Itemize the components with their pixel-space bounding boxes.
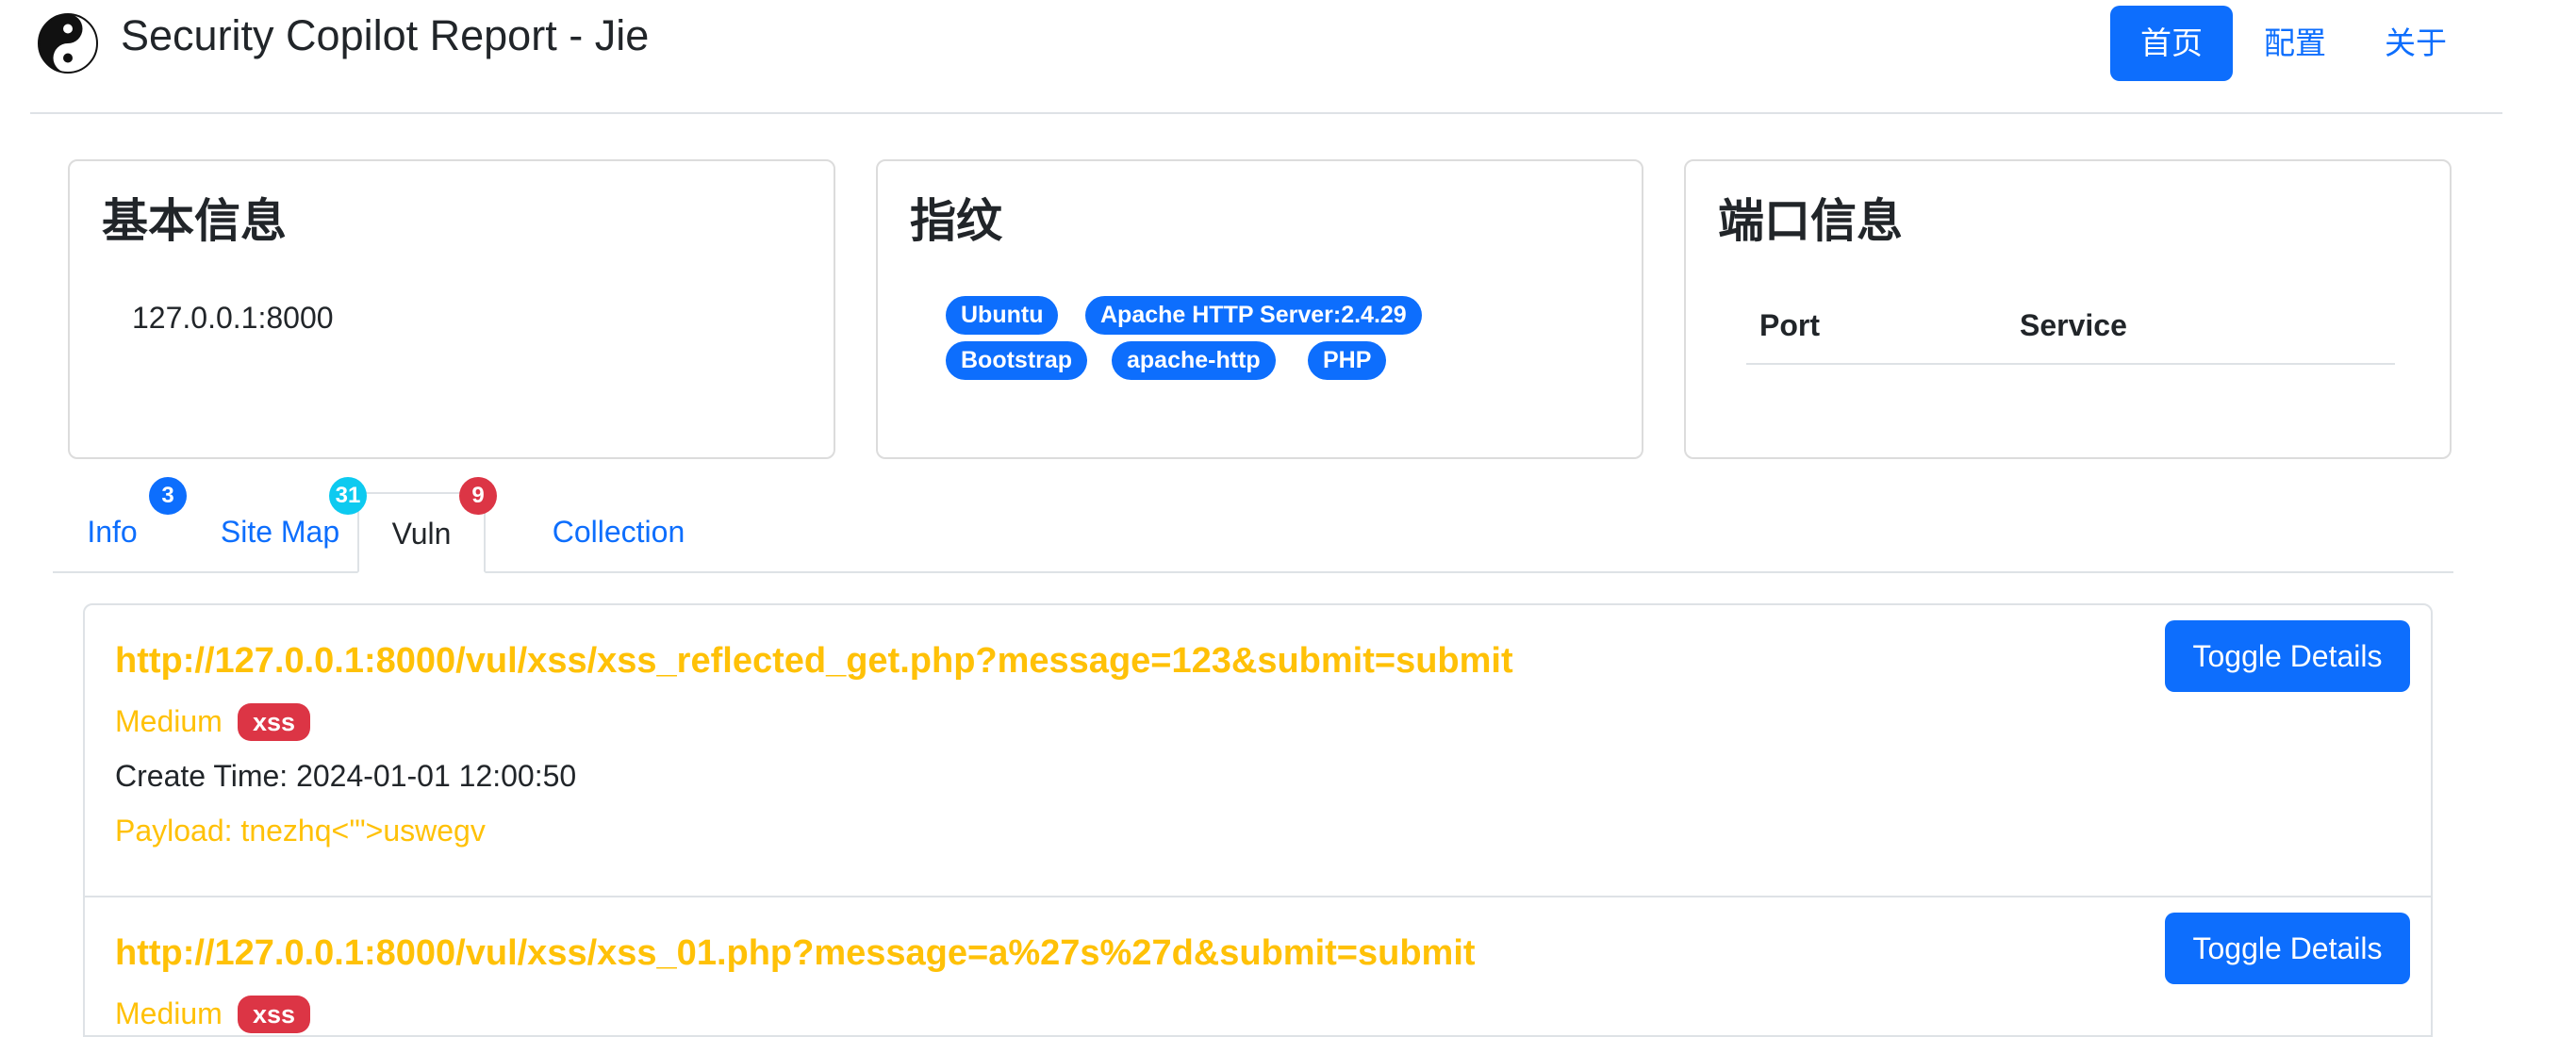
tab-label: Collection bbox=[552, 515, 685, 549]
column-header-service: Service bbox=[2020, 308, 2127, 342]
nav-about[interactable]: 关于 bbox=[2369, 6, 2463, 81]
site-map-count-badge: 31 bbox=[329, 477, 367, 515]
fingerprint-tag: PHP bbox=[1308, 341, 1387, 380]
card-title: 端口信息 bbox=[1718, 194, 1904, 248]
severity-label: Medium bbox=[115, 704, 223, 738]
column-header-port: Port bbox=[1759, 308, 1820, 342]
tab-label: Vuln bbox=[391, 517, 452, 551]
app-title: Security Copilot Report - Jie bbox=[121, 11, 650, 59]
card-title: 基本信息 bbox=[102, 194, 288, 248]
yin-yang-icon[interactable] bbox=[38, 13, 98, 74]
vuln-count-badge: 9 bbox=[459, 477, 497, 515]
fingerprint-tag: Ubuntu bbox=[946, 296, 1059, 335]
tab-label: Site Map bbox=[220, 515, 340, 549]
vuln-item: http://127.0.0.1:8000/vul/xss/xss_01.php… bbox=[85, 896, 2431, 1035]
port-info-card: 端口信息 Port Service bbox=[1684, 159, 2452, 459]
vuln-type-badge: xss bbox=[238, 996, 311, 1033]
basic-info-card: 基本信息 127.0.0.1:8000 bbox=[68, 159, 835, 459]
nav-config[interactable]: 配置 bbox=[2248, 6, 2342, 81]
info-count-badge: 3 bbox=[149, 477, 187, 515]
fingerprint-tag: Bootstrap bbox=[946, 341, 1088, 380]
report-tabs: Info Site Map Vuln Collection 3 31 9 bbox=[53, 471, 2453, 573]
vuln-item: http://127.0.0.1:8000/vul/xss/xss_reflec… bbox=[85, 605, 2431, 896]
fingerprint-tag: Apache HTTP Server:2.4.29 bbox=[1085, 296, 1422, 335]
vuln-url[interactable]: http://127.0.0.1:8000/vul/xss/xss_reflec… bbox=[115, 635, 1513, 686]
vuln-list: http://127.0.0.1:8000/vul/xss/xss_reflec… bbox=[83, 603, 2433, 1037]
payload: Payload: tnezhq<'">uswegv bbox=[115, 814, 486, 848]
create-time: Create Time: 2024-01-01 12:00:50 bbox=[115, 759, 577, 793]
toggle-details-button[interactable]: Toggle Details bbox=[2165, 620, 2410, 692]
fingerprint-tag: apache-http bbox=[1112, 341, 1276, 380]
tab-collection[interactable]: Collection bbox=[496, 492, 741, 571]
vuln-type-badge: xss bbox=[238, 703, 311, 741]
nav-home[interactable]: 首页 bbox=[2110, 6, 2233, 81]
table-divider bbox=[1746, 363, 2395, 365]
vuln-url[interactable]: http://127.0.0.1:8000/vul/xss/xss_01.php… bbox=[115, 928, 1476, 979]
toggle-details-button[interactable]: Toggle Details bbox=[2165, 913, 2410, 984]
tab-label: Info bbox=[87, 515, 138, 549]
fingerprint-card: 指纹 Ubuntu Apache HTTP Server:2.4.29 Boot… bbox=[876, 159, 1643, 459]
severity-label: Medium bbox=[115, 996, 223, 1030]
card-title: 指纹 bbox=[910, 194, 1003, 248]
top-navbar: Security Copilot Report - Jie 首页 配置 关于 bbox=[30, 0, 2502, 114]
target-address: 127.0.0.1:8000 bbox=[132, 301, 334, 335]
